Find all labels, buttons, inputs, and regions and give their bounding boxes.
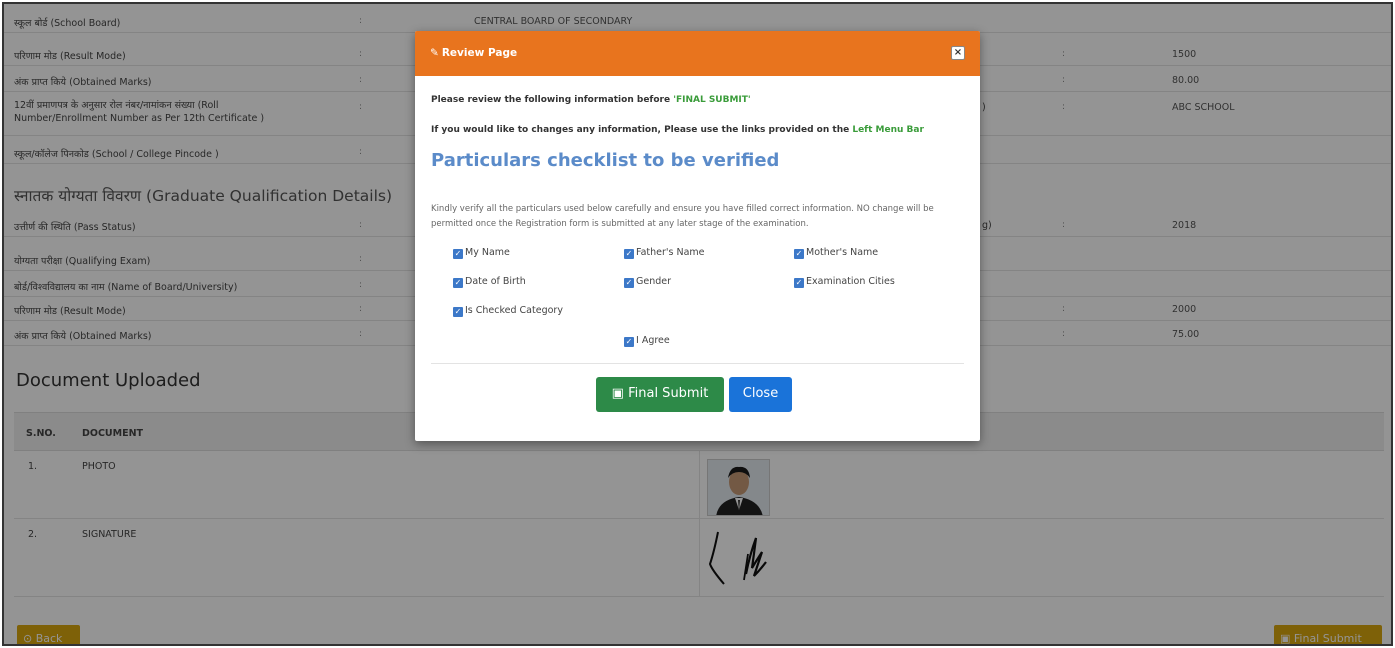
checkbox-examination-cities[interactable]: ✓ Examination Cities: [794, 276, 895, 288]
checkbox-checked-icon[interactable]: ✓: [794, 249, 804, 259]
checkbox-label: Date of Birth: [465, 276, 526, 287]
checkbox-date-of-birth[interactable]: ✓ Date of Birth: [453, 276, 526, 288]
checkbox-checked-icon[interactable]: ✓: [453, 307, 463, 317]
checkbox-checked-icon[interactable]: ✓: [794, 278, 804, 288]
checkbox-checked-icon[interactable]: ✓: [453, 249, 463, 259]
checkbox-label: I Agree: [636, 335, 670, 346]
checkbox-checked-icon[interactable]: ✓: [624, 249, 634, 259]
verification-note: Kindly verify all the particulars used b…: [431, 204, 934, 229]
checkbox-is-checked-category[interactable]: ✓ Is Checked Category: [453, 305, 563, 317]
checkbox-label: My Name: [465, 247, 510, 258]
final-submit-button[interactable]: ▣ Final Submit: [596, 377, 724, 412]
checkbox-label: Mother's Name: [806, 247, 879, 258]
checkbox-label: Is Checked Category: [465, 305, 563, 316]
checkbox-checked-icon[interactable]: ✓: [453, 278, 463, 288]
checkbox-checked-icon[interactable]: ✓: [624, 278, 634, 288]
instruction-text: If you would like to changes any informa…: [431, 125, 853, 135]
modal-title: ✎ Review Page: [430, 47, 517, 59]
checkbox-fathers-name[interactable]: ✓ Father's Name: [624, 247, 705, 259]
change-instruction: If you would like to changes any informa…: [431, 125, 924, 135]
save-icon: ▣: [611, 386, 629, 401]
left-menu-bar-link[interactable]: Left Menu Bar: [852, 125, 924, 135]
checkbox-my-name[interactable]: ✓ My Name: [453, 247, 510, 259]
edit-icon: ✎: [430, 47, 439, 59]
close-button[interactable]: Close: [729, 377, 792, 412]
close-icon[interactable]: ×: [951, 46, 965, 60]
checkbox-mothers-name[interactable]: ✓ Mother's Name: [794, 247, 878, 259]
modal-title-text: Review Page: [441, 47, 518, 59]
instruction-text: Please review the following information …: [431, 95, 674, 105]
modal-header: ✎ Review Page ×: [415, 31, 980, 76]
checkbox-i-agree[interactable]: ✓ I Agree: [624, 335, 670, 347]
review-modal: ✎ Review Page × Please review the followi…: [415, 31, 980, 441]
checklist-title: Particulars checklist to be verified: [431, 150, 780, 171]
page-frame: स्कूल बोर्ड (School Board) : CENTRAL BOA…: [2, 2, 1393, 646]
button-label: Final Submit: [628, 386, 709, 401]
checkbox-label: Examination Cities: [806, 276, 895, 287]
checkbox-checked-icon[interactable]: ✓: [624, 337, 634, 347]
instruction-highlight: 'FINAL SUBMIT': [673, 95, 751, 105]
divider: [431, 363, 964, 364]
checkbox-label: Father's Name: [636, 247, 705, 258]
checkbox-label: Gender: [636, 276, 672, 287]
checkbox-gender[interactable]: ✓ Gender: [624, 276, 671, 288]
review-instruction: Please review the following information …: [431, 95, 751, 105]
